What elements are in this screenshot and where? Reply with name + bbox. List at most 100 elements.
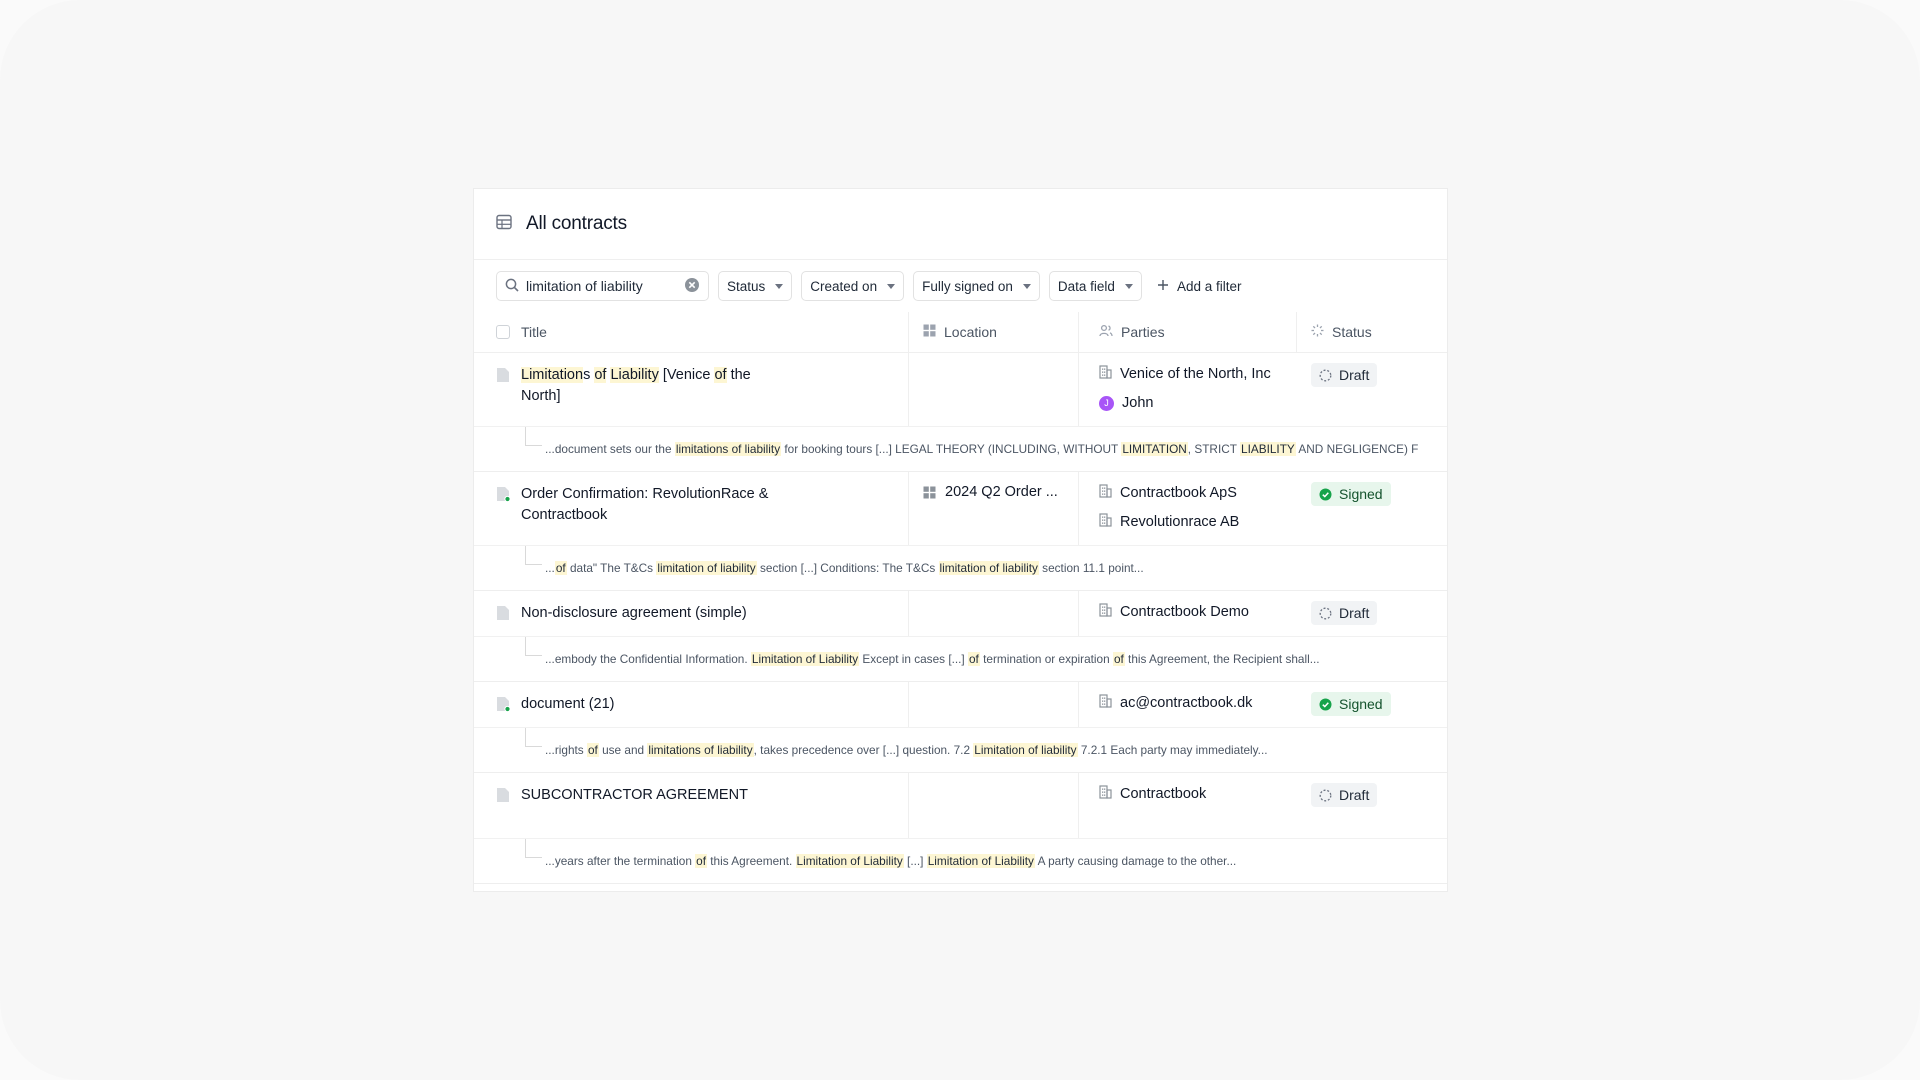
dashed-circle-icon bbox=[1319, 369, 1332, 382]
chevron-down-icon bbox=[775, 283, 784, 289]
status-badge: Draft bbox=[1311, 601, 1378, 625]
parties-cell: Contractbook ApS Revolutionrace AB bbox=[1079, 472, 1297, 545]
clear-search-icon[interactable] bbox=[684, 277, 700, 296]
fully-signed-on-filter-label: Fully signed on bbox=[922, 278, 1013, 294]
status-badge: Signed bbox=[1311, 482, 1391, 506]
chevron-down-icon bbox=[1124, 283, 1133, 289]
search-icon bbox=[505, 278, 519, 295]
dashed-circle-icon bbox=[1319, 607, 1332, 620]
column-title-label: Title bbox=[521, 324, 547, 340]
column-title[interactable]: Title bbox=[474, 312, 909, 352]
add-filter-button[interactable]: Add a filter bbox=[1151, 278, 1242, 294]
location-cell bbox=[909, 682, 1079, 727]
title-cell: document (21) bbox=[474, 682, 909, 727]
signed-document-icon bbox=[496, 696, 511, 727]
table-row[interactable]: Limitations of Liability [Venice of the … bbox=[474, 353, 1447, 427]
party-item[interactable]: Contractbook bbox=[1099, 785, 1296, 803]
party-item[interactable]: J John bbox=[1099, 394, 1296, 412]
party-name: John bbox=[1122, 395, 1154, 411]
party-item[interactable]: Revolutionrace AB bbox=[1099, 513, 1296, 531]
document-title[interactable]: Order Confirmation: RevolutionRace & Con… bbox=[521, 484, 791, 545]
table-icon bbox=[496, 214, 526, 235]
created-on-filter[interactable]: Created on bbox=[801, 271, 905, 301]
document-title[interactable]: Limitations of Liability [Venice of the … bbox=[521, 365, 791, 426]
table-row[interactable]: Non-disclosure agreement (simple) Contrac… bbox=[474, 591, 1447, 637]
chevron-down-icon bbox=[1022, 283, 1031, 289]
party-item[interactable]: Contractbook Demo bbox=[1099, 603, 1296, 621]
contracts-panel: All contracts limitation of liability St… bbox=[473, 188, 1448, 892]
fully-signed-on-filter[interactable]: Fully signed on bbox=[913, 271, 1040, 301]
grid-icon bbox=[923, 324, 936, 340]
party-item[interactable]: ac@contractbook.dk bbox=[1099, 694, 1296, 712]
search-snippet-row[interactable]: ...of data" The T&Cs limitation of liabi… bbox=[474, 546, 1447, 591]
status-filter[interactable]: Status bbox=[718, 271, 793, 301]
search-snippet: ...rights of use and limitations of liab… bbox=[545, 743, 1268, 757]
column-parties[interactable]: Parties bbox=[1079, 312, 1297, 352]
building-icon bbox=[1099, 603, 1112, 621]
title-cell: Limitations of Liability [Venice of the … bbox=[474, 353, 909, 426]
column-location[interactable]: Location bbox=[909, 312, 1079, 352]
folder-grid-icon bbox=[923, 486, 936, 503]
plus-icon bbox=[1157, 279, 1169, 294]
search-snippet-row[interactable]: ...years after the termination of this A… bbox=[474, 839, 1447, 884]
status-cell: Signed bbox=[1297, 472, 1447, 545]
document-title[interactable]: document (21) bbox=[521, 694, 615, 727]
data-field-filter[interactable]: Data field bbox=[1048, 271, 1142, 301]
snippet-connector bbox=[525, 728, 542, 747]
search-input[interactable]: limitation of liability bbox=[496, 271, 709, 301]
snippet-connector bbox=[525, 546, 542, 565]
panel-header: All contracts bbox=[474, 189, 1447, 260]
party-item[interactable]: Venice of the North, Inc bbox=[1099, 365, 1296, 383]
filter-toolbar: limitation of liability Status Created o… bbox=[474, 260, 1447, 312]
avatar: J bbox=[1099, 395, 1114, 411]
document-title[interactable]: SUBCONTRACTOR AGREEMENT bbox=[521, 785, 748, 838]
data-field-filter-label: Data field bbox=[1057, 278, 1115, 294]
status-badge: Signed bbox=[1311, 692, 1391, 716]
location-cell bbox=[909, 353, 1079, 426]
add-filter-label: Add a filter bbox=[1176, 278, 1242, 294]
search-snippet: ...years after the termination of this A… bbox=[545, 854, 1237, 868]
snippet-connector bbox=[525, 637, 542, 656]
column-status[interactable]: Status bbox=[1297, 312, 1447, 352]
table-row[interactable]: SUBCONTRACTOR AGREEMENT Contractbook Draft bbox=[474, 773, 1447, 839]
select-all-checkbox[interactable] bbox=[496, 325, 510, 339]
parties-cell: Contractbook Demo bbox=[1079, 591, 1297, 636]
party-name: Contractbook Demo bbox=[1120, 604, 1249, 620]
location-label[interactable]: 2024 Q2 Order ... bbox=[945, 484, 1058, 500]
signed-document-icon bbox=[496, 486, 511, 545]
status-label: Draft bbox=[1339, 787, 1370, 803]
table-row[interactable]: document (21) ac@contractbook.dk Signed bbox=[474, 682, 1447, 728]
status-label: Draft bbox=[1339, 367, 1370, 383]
table-row[interactable]: Order Confirmation: RevolutionRace & Con… bbox=[474, 472, 1447, 546]
users-icon bbox=[1099, 324, 1113, 340]
document-title[interactable]: Non-disclosure agreement (simple) bbox=[521, 603, 747, 636]
status-label: Signed bbox=[1339, 696, 1383, 712]
party-item[interactable]: Contractbook ApS bbox=[1099, 484, 1296, 502]
contracts-table-body: Limitations of Liability [Venice of the … bbox=[474, 353, 1447, 884]
location-cell: 2024 Q2 Order ... bbox=[909, 472, 1079, 545]
parties-cell: ac@contractbook.dk bbox=[1079, 682, 1297, 727]
party-name: ac@contractbook.dk bbox=[1120, 695, 1253, 711]
document-icon bbox=[496, 787, 510, 838]
search-value[interactable]: limitation of liability bbox=[526, 278, 677, 294]
status-cell: Draft bbox=[1297, 773, 1447, 838]
status-cell: Signed bbox=[1297, 682, 1447, 727]
status-label: Draft bbox=[1339, 605, 1370, 621]
title-cell: SUBCONTRACTOR AGREEMENT bbox=[474, 773, 909, 838]
created-on-filter-label: Created on bbox=[810, 278, 878, 294]
search-snippet-row[interactable]: ...rights of use and limitations of liab… bbox=[474, 728, 1447, 773]
status-label: Signed bbox=[1339, 486, 1383, 502]
document-icon bbox=[496, 605, 510, 636]
search-snippet-row[interactable]: ...document sets our the limitations of … bbox=[474, 427, 1447, 472]
search-snippet: ...document sets our the limitations of … bbox=[545, 442, 1419, 456]
search-snippet: ...of data" The T&Cs limitation of liabi… bbox=[545, 561, 1144, 575]
status-filter-label: Status bbox=[727, 278, 766, 294]
column-parties-label: Parties bbox=[1121, 324, 1165, 340]
parties-cell: Contractbook bbox=[1079, 773, 1297, 838]
title-cell: Non-disclosure agreement (simple) bbox=[474, 591, 909, 636]
search-snippet-row[interactable]: ...embody the Confidential Information. … bbox=[474, 637, 1447, 682]
party-name: Venice of the North, Inc bbox=[1120, 366, 1271, 382]
title-cell: Order Confirmation: RevolutionRace & Con… bbox=[474, 472, 909, 545]
status-badge: Draft bbox=[1311, 783, 1378, 807]
location-cell bbox=[909, 591, 1079, 636]
